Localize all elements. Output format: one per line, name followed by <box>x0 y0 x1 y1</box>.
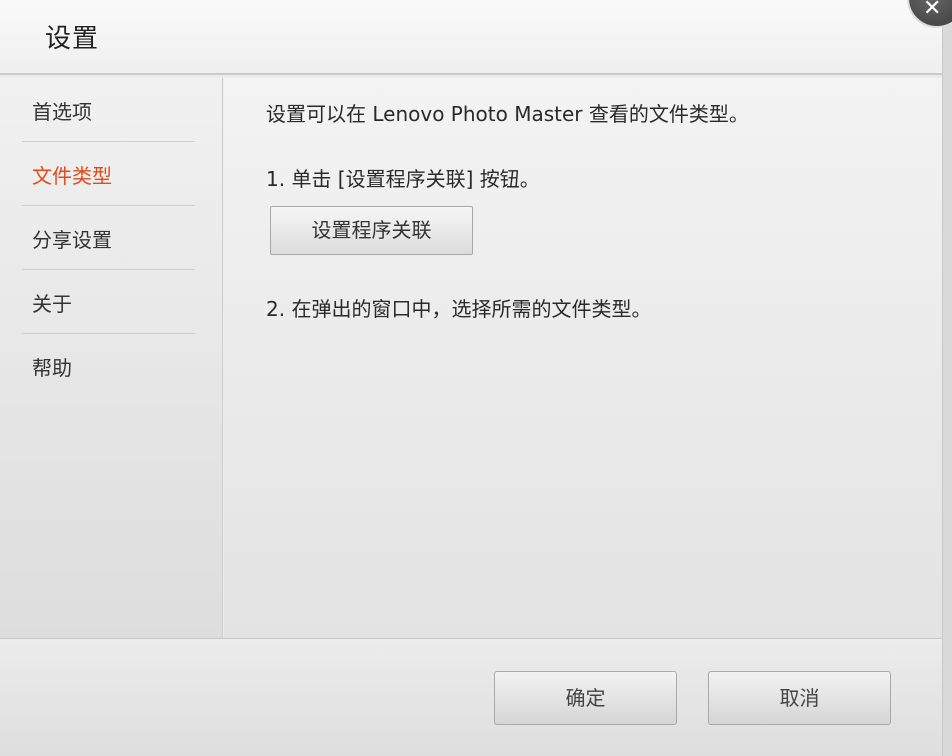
dialog-header: 设置 <box>0 0 942 75</box>
dialog-title: 设置 <box>45 24 100 54</box>
settings-content: 设置可以在 Lenovo Photo Master 查看的文件类型。 1. 单击… <box>224 78 942 638</box>
sidebar-item-share-settings[interactable]: 分享设置 <box>22 206 195 270</box>
sidebar-item-label: 帮助 <box>32 356 72 380</box>
settings-dialog: 设置 首选项 文件类型 分享设置 关于 帮助 设置可以在 Lenovo Phot… <box>0 0 943 756</box>
sidebar-item-label: 首选项 <box>32 100 92 124</box>
sidebar-item-label: 关于 <box>32 292 72 316</box>
settings-sidebar: 首选项 文件类型 分享设置 关于 帮助 <box>0 78 223 638</box>
sidebar-item-label: 文件类型 <box>32 164 112 188</box>
set-program-association-button[interactable]: 设置程序关联 <box>270 206 473 255</box>
sidebar-item-label: 分享设置 <box>32 228 112 252</box>
close-icon: ✕ <box>923 0 942 21</box>
step-2-text: 2. 在弹出的窗口中，选择所需的文件类型。 <box>266 297 652 321</box>
sidebar-item-file-types[interactable]: 文件类型 <box>22 142 195 206</box>
sidebar-item-about[interactable]: 关于 <box>22 270 195 334</box>
step-1-text: 1. 单击 [设置程序关联] 按钮。 <box>266 167 540 191</box>
cancel-button[interactable]: 取消 <box>708 671 891 725</box>
sidebar-item-preferences[interactable]: 首选项 <box>22 78 195 142</box>
sidebar-item-help[interactable]: 帮助 <box>22 334 195 398</box>
ok-button[interactable]: 确定 <box>494 671 677 725</box>
intro-text: 设置可以在 Lenovo Photo Master 查看的文件类型。 <box>266 102 749 126</box>
dialog-footer: 确定 取消 <box>0 638 942 756</box>
